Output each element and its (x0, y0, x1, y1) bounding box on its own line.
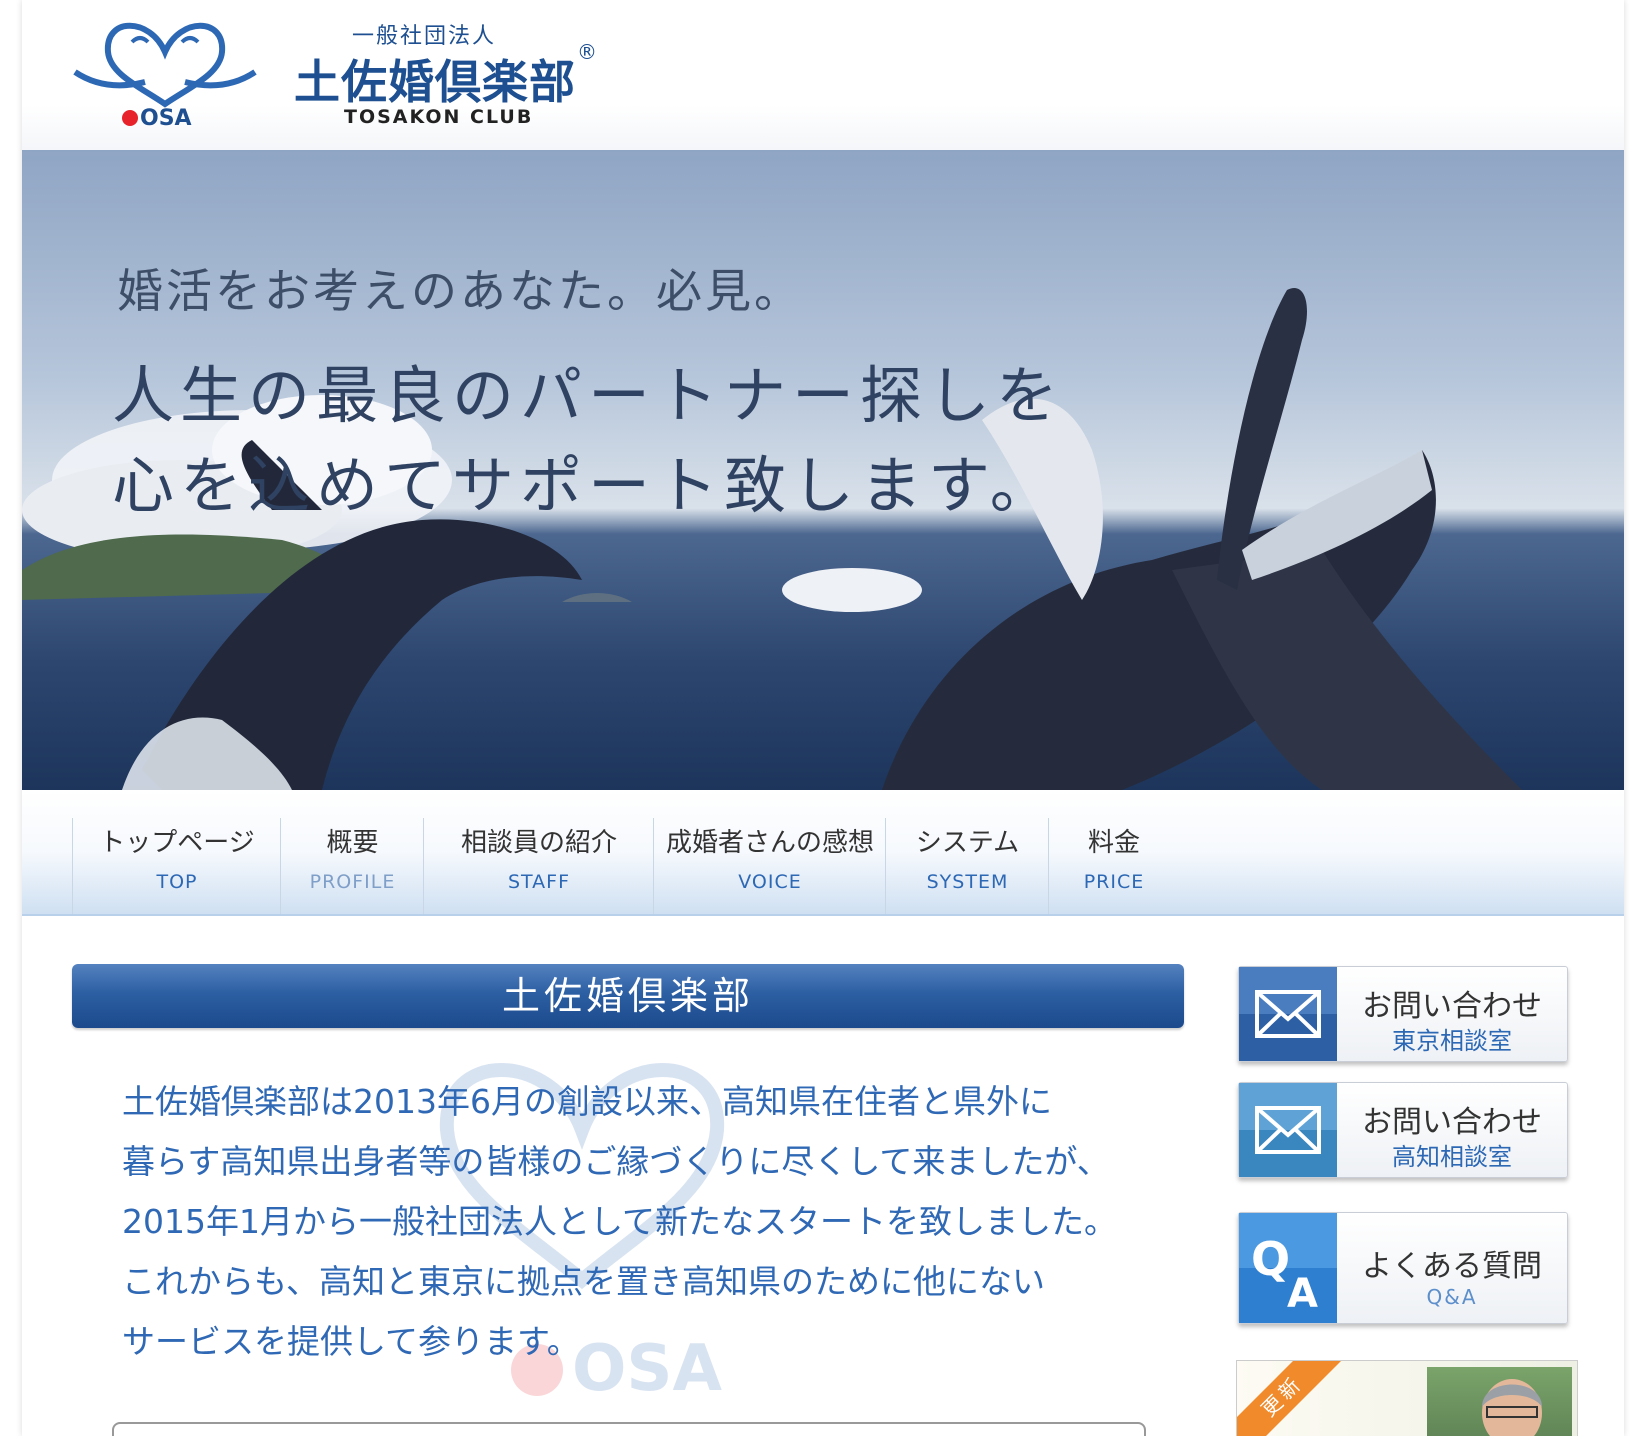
update-ribbon: 更新 (1237, 1361, 1348, 1436)
contact-tokyo-sub: 東京相談室 (1392, 1027, 1512, 1055)
intro-line: これからも、高知と東京に拠点を置き高知県のために他にない (122, 1262, 1046, 1301)
nav-label-jp: 概要 (326, 828, 379, 858)
intro-line: 2015年1月から一般社団法人として新たなスタートを致しました。 (122, 1202, 1117, 1241)
site-title-en: TOSAKON CLUB (344, 106, 534, 128)
faq-label: よくある質問 (1362, 1249, 1542, 1284)
site-title[interactable]: 土佐婚倶楽部 (294, 46, 576, 112)
faq-button[interactable]: Q A よくある質問 Q&A (1238, 1212, 1568, 1324)
contact-kochi-button[interactable]: お問い合わせ 高知相談室 (1238, 1082, 1568, 1178)
hero-tagline: 婚活をお考えのあなた。必見。 (117, 264, 803, 318)
qa-icon: Q A (1239, 1213, 1337, 1323)
update-badge: 更新 (1256, 1370, 1308, 1422)
nav-label-jp: トップページ (99, 828, 255, 858)
staff-photo (1427, 1367, 1572, 1436)
nav-label-jp: 料金 (1087, 828, 1140, 858)
qa-icon-q: Q (1251, 1232, 1290, 1286)
qa-icon-a: A (1287, 1271, 1318, 1317)
nav-label-en: PRICE (1083, 871, 1145, 893)
logo-mark[interactable]: OSA (70, 12, 260, 132)
envelope-icon (1239, 1083, 1337, 1177)
person-photo-icon (1482, 1379, 1542, 1436)
section-title: 土佐婚倶楽部 (501, 974, 754, 1018)
faq-sub: Q&A (1426, 1285, 1478, 1309)
contact-kochi-label: お問い合わせ (1362, 1105, 1542, 1140)
intro-line: 土佐婚倶楽部は2013年6月の創設以来、高知県在住者と県外に (122, 1082, 1052, 1121)
update-card[interactable]: 更新 (1236, 1360, 1578, 1436)
site-header: OSA 一般社団法人 土佐婚倶楽部 ® TOSAKON CLUB (22, 0, 1624, 150)
nav-item-price[interactable]: 料金 PRICE (1048, 818, 1179, 914)
nav-label-en: STAFF (507, 871, 571, 893)
contact-tokyo-label: お問い合わせ (1362, 989, 1542, 1024)
intro-line: サービスを提供して参ります。 (122, 1322, 580, 1361)
hero-headline-1: 人生の最良のパートナー探しを (112, 359, 1065, 432)
nav-label-en: PROFILE (309, 871, 396, 893)
contact-kochi-sub: 高知相談室 (1392, 1143, 1512, 1171)
contact-tokyo-button[interactable]: お問い合わせ 東京相談室 (1238, 966, 1568, 1062)
logo-osa-text: OSA (140, 106, 192, 131)
registered-mark: ® (577, 40, 597, 64)
nav-label-jp: 成婚者さんの感想 (665, 828, 874, 858)
content-box (112, 1422, 1146, 1436)
nav-label-jp: 相談員の紹介 (460, 828, 617, 858)
nav-label-en: VOICE (738, 871, 802, 893)
envelope-icon (1239, 967, 1337, 1061)
intro-line: 暮らす高知県出身者等の皆様のご縁づくりに尽くして来ましたが、 (122, 1142, 1110, 1181)
page: OSA 一般社団法人 土佐婚倶楽部 ® TOSAKON CLUB 婚活をお考えの… (22, 0, 1624, 1436)
nav-label-en: TOP (156, 871, 198, 893)
nav-item-top[interactable]: トップページ TOP (72, 818, 281, 914)
nav-label-jp: システム (915, 828, 1020, 858)
hero-banner: 婚活をお考えのあなた。必見。 人生の最良のパートナー探しを 心を込めてサポート致… (22, 150, 1624, 790)
nav-label-en: SYSTEM (926, 871, 1009, 893)
nav-item-voice[interactable]: 成婚者さんの感想 VOICE (653, 818, 886, 914)
section-heading: 土佐婚倶楽部 (72, 964, 1184, 1028)
main-nav: トップページ TOP 概要 PROFILE 相談員の紹介 STAFF 成婚者さん… (22, 790, 1624, 916)
intro-text: 土佐婚倶楽部は2013年6月の創設以来、高知県在住者と県外に 暮らす高知県出身者… (122, 1072, 1182, 1372)
nav-item-profile[interactable]: 概要 PROFILE (280, 818, 424, 914)
nav-item-staff[interactable]: 相談員の紹介 STAFF (423, 818, 654, 914)
nav-item-system[interactable]: システム SYSTEM (885, 818, 1049, 914)
hero-headline-2: 心を込めてサポート致します。 (112, 449, 1058, 522)
